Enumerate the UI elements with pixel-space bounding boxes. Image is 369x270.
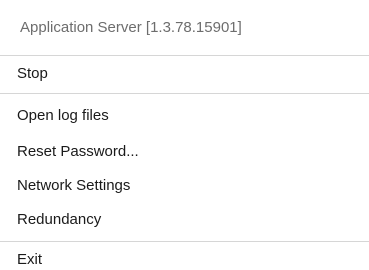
context-menu: Application Server [1.3.78.15901] Stop O… xyxy=(0,0,369,270)
menu-divider xyxy=(0,241,369,242)
menu-divider xyxy=(0,93,369,94)
menu-item-network-settings[interactable]: Network Settings xyxy=(0,172,369,200)
menu-divider xyxy=(0,55,369,56)
menu-item-redundancy[interactable]: Redundancy xyxy=(0,206,369,234)
menu-item-exit[interactable]: Exit xyxy=(0,246,369,270)
menu-item-open-log-files[interactable]: Open log files xyxy=(0,102,369,130)
menu-item-stop[interactable]: Stop xyxy=(0,60,369,88)
menu-item-reset-password[interactable]: Reset Password... xyxy=(0,138,369,166)
menu-header-title: Application Server [1.3.78.15901] xyxy=(20,19,242,36)
